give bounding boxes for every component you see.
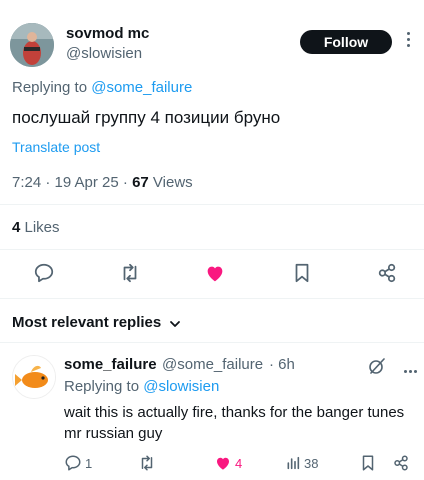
likes-summary[interactable]: 4 Likes: [12, 219, 60, 236]
author-handle[interactable]: @slowisien: [66, 45, 142, 62]
divider: [0, 298, 424, 299]
reply-more-options-icon[interactable]: [403, 360, 418, 378]
share-icon[interactable]: [376, 262, 398, 284]
divider: [0, 342, 424, 343]
reply-reply-button[interactable]: 1: [64, 454, 92, 472]
repost-icon[interactable]: [119, 262, 141, 284]
bookmark-icon[interactable]: [291, 262, 313, 284]
reply-author-name[interactable]: some_failure: [64, 356, 157, 373]
reply-icon[interactable]: [33, 262, 55, 284]
views-label: Views: [148, 174, 193, 191]
post-detail-page: { "post": { "author_name": "sovmod mc", …: [0, 0, 424, 480]
post-timestamp[interactable]: 7:24 · 19 Apr 25 ·: [12, 174, 132, 191]
reply-author-avatar[interactable]: [12, 355, 56, 399]
reply-text: wait this is actually fire, thanks for t…: [64, 404, 405, 442]
reply-time[interactable]: · 6h: [269, 356, 295, 373]
reply-sort-dropdown[interactable]: Most relevant replies: [12, 314, 181, 331]
likes-label: Likes: [20, 219, 60, 236]
share-icon: [394, 455, 408, 471]
like-icon: [217, 457, 229, 470]
divider: [0, 249, 424, 250]
reply-sort-label: Most relevant replies: [12, 314, 162, 331]
replying-to-line: Replying to @some_failure: [12, 79, 192, 96]
follow-button[interactable]: Follow: [300, 30, 392, 54]
views-count: 67: [132, 174, 149, 191]
reply-views-button[interactable]: 38: [285, 454, 318, 472]
post-text: послушай группу 4 позиции бруно: [12, 108, 281, 127]
replying-prefix: Replying to: [12, 79, 92, 96]
author-avatar[interactable]: [10, 23, 54, 67]
author-name[interactable]: sovmod mc: [66, 25, 149, 42]
reply-icon: [65, 455, 81, 471]
grok-icon[interactable]: [368, 357, 386, 375]
translate-post-link[interactable]: Translate post: [12, 139, 100, 155]
reply-replying-to-line: Replying to @slowisien: [64, 378, 219, 395]
reply-view-count: 38: [304, 455, 319, 471]
reply-like-count: 4: [235, 455, 243, 471]
replying-to-mention[interactable]: @some_failure: [91, 79, 192, 96]
more-options-icon[interactable]: [404, 32, 412, 52]
reply-repost-button[interactable]: [138, 454, 159, 472]
chevron-down-icon: [169, 317, 181, 329]
reply-replying-prefix: Replying to: [64, 378, 144, 395]
like-icon[interactable]: [204, 262, 226, 284]
post-meta: 7:24 · 19 Apr 25 · 67 Views: [12, 174, 193, 191]
reply-bookmark-button[interactable]: [359, 454, 377, 472]
reply-author-handle[interactable]: @some_failure: [162, 356, 263, 373]
bookmark-icon: [362, 455, 374, 471]
repost-icon: [141, 455, 153, 471]
reply-like-button[interactable]: 4: [214, 454, 242, 472]
reply-share-button[interactable]: [392, 454, 410, 472]
views-icon: [287, 456, 300, 470]
reply-reply-count: 1: [85, 455, 93, 471]
reply-replying-to-mention[interactable]: @slowisien: [143, 378, 219, 395]
divider: [0, 204, 424, 205]
